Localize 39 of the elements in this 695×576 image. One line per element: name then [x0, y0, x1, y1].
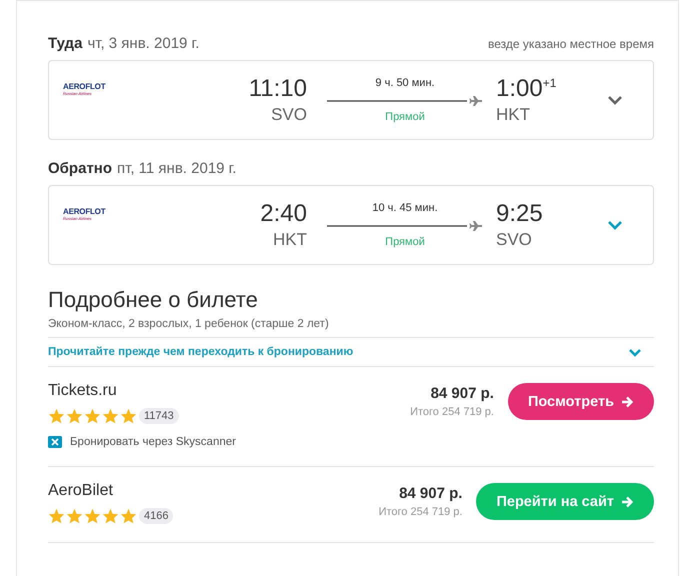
departure-time: 11:10 — [248, 75, 307, 103]
leg-date: чт, 3 янв. 2019 г. — [87, 35, 200, 52]
arrival-time: 1:00$^{+1}$ — [496, 75, 558, 103]
book-button[interactable]: Перейти на сайт — [476, 483, 654, 520]
departure-time: 2:40 — [260, 200, 307, 228]
chevron-down-icon[interactable] — [607, 220, 623, 230]
stops-label: Прямой — [385, 236, 425, 248]
total-price: Итого 254 719 р. — [410, 406, 494, 418]
total-price: Итого 254 719 р. — [378, 506, 462, 518]
ticket-icon — [48, 436, 62, 448]
review-count: 4166 — [139, 508, 174, 524]
booking-notice-link[interactable]: Прочитайте прежде чем переходить к бронированию — [48, 346, 354, 358]
flight-duration: 9 ч. 50 мин. — [375, 77, 435, 89]
agent-name: Tickets.ru — [48, 382, 118, 400]
chevron-down-icon[interactable] — [607, 95, 623, 105]
arrow-right-icon — [621, 496, 634, 508]
departure-airport: HKT — [273, 230, 307, 250]
review-count: 11743 — [139, 408, 179, 424]
agent-name: AeroBilet — [48, 482, 114, 500]
book-button[interactable]: Посмотреть — [508, 383, 654, 420]
stops-label: Прямой — [385, 111, 425, 123]
price: 84 907 р. — [430, 385, 494, 402]
booking-note: Бронировать через Skyscanner — [70, 436, 236, 448]
section-title: Подробнее о билете — [48, 287, 259, 313]
arrival-airport: HKT — [496, 105, 531, 125]
price: 84 907 р. — [399, 485, 462, 502]
leg-date: пт, 11 янв. 2019 г. — [117, 160, 236, 177]
route-line-icon — [327, 95, 483, 107]
flight-duration: 10 ч. 45 мин. — [372, 202, 438, 214]
leg-label: Обратно — [48, 160, 112, 177]
route-line-icon — [327, 220, 483, 232]
local-time-note: везде указано местное время — [488, 37, 654, 51]
class-info: Эконом-класс, 2 взрослых, 1 ребенок (старше 2 лет) — [48, 318, 654, 338]
departure-airport: SVO — [271, 105, 307, 125]
leg-label: Туда — [48, 35, 82, 52]
chevron-down-icon[interactable] — [628, 348, 642, 356]
arrival-airport: SVO — [496, 230, 533, 250]
arrow-right-icon — [621, 396, 634, 408]
arrival-time: 9:25 — [496, 200, 544, 228]
